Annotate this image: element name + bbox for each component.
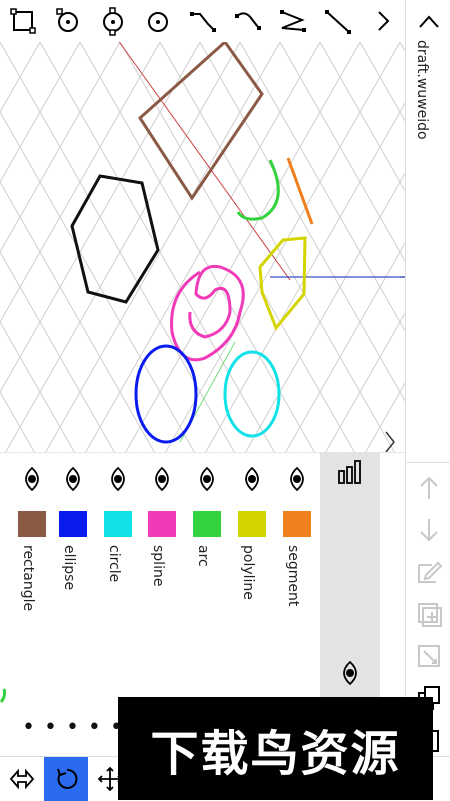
canvas-graphics	[0, 42, 405, 452]
eye-icon[interactable]	[240, 466, 264, 492]
grid	[0, 42, 405, 452]
circle-point-icon[interactable]	[45, 0, 90, 42]
layer-delete-icon[interactable]	[406, 634, 450, 678]
stats-icon[interactable]	[337, 459, 363, 485]
layer-circle[interactable]: circle	[98, 461, 138, 641]
curve-b-icon[interactable]	[225, 0, 270, 42]
watermark-banner: 下载鸟资源	[118, 697, 433, 800]
drawing-toolbar	[0, 0, 405, 42]
circle-tangent-icon[interactable]	[90, 0, 135, 42]
green-handle	[0, 688, 8, 704]
layer-label: arc	[195, 545, 211, 567]
zigzag-icon[interactable]	[270, 0, 315, 42]
color-swatch[interactable]	[238, 511, 266, 537]
eye-icon[interactable]	[61, 466, 85, 492]
color-swatch[interactable]	[193, 511, 221, 537]
circle-center-icon[interactable]	[135, 0, 180, 42]
eye-icon[interactable]	[338, 660, 362, 686]
color-swatch[interactable]	[104, 511, 132, 537]
color-swatch[interactable]	[148, 511, 176, 537]
arrow-down-icon[interactable]	[406, 508, 450, 552]
curve-a-icon[interactable]	[180, 0, 225, 42]
swap-arrows-icon[interactable]	[0, 757, 44, 801]
layer-segment[interactable]: segment	[277, 461, 317, 641]
color-swatch[interactable]	[18, 511, 46, 537]
app-title: draft.wuweido	[408, 40, 448, 160]
canvas-chevron-right-icon[interactable]	[380, 428, 400, 452]
color-swatch[interactable]	[283, 511, 311, 537]
eye-icon[interactable]	[285, 466, 309, 492]
undo-rotate-button[interactable]	[44, 757, 88, 801]
right-panel: draft.wuweido	[405, 0, 450, 800]
eye-icon[interactable]	[150, 466, 174, 492]
layer-edit-icon[interactable]	[406, 550, 450, 594]
layer-rectangle[interactable]: rectangle	[12, 461, 52, 641]
line-segment-icon[interactable]	[315, 0, 360, 42]
arrow-up-icon[interactable]	[406, 466, 450, 510]
rectangle-select-icon[interactable]	[0, 0, 45, 42]
layer-label: ellipse	[61, 545, 77, 591]
watermark-text: 下载鸟资源	[150, 725, 401, 782]
eye-icon[interactable]	[20, 466, 44, 492]
panel-divider	[406, 462, 450, 463]
layer-label: segment	[285, 545, 301, 607]
layer-spline[interactable]: spline	[142, 461, 182, 641]
layer-polyline[interactable]: polyline	[232, 461, 272, 641]
layer-label: polyline	[240, 545, 256, 600]
app-title-text: draft.wuweido	[414, 40, 430, 140]
color-swatch[interactable]	[59, 511, 87, 537]
layer-label: spline	[150, 545, 166, 587]
drawing-canvas[interactable]	[0, 42, 405, 452]
chevron-up-icon[interactable]	[406, 0, 450, 44]
chevron-right-icon[interactable]	[360, 0, 405, 42]
layer-ellipse[interactable]: ellipse	[53, 461, 93, 641]
layer-arc[interactable]: arc	[187, 461, 227, 641]
layer-tools-column	[320, 453, 380, 703]
layer-add-icon[interactable]	[406, 592, 450, 636]
layer-label: rectangle	[20, 545, 36, 612]
layer-label: circle	[106, 545, 122, 583]
eye-icon[interactable]	[106, 466, 130, 492]
eye-icon[interactable]	[195, 466, 219, 492]
